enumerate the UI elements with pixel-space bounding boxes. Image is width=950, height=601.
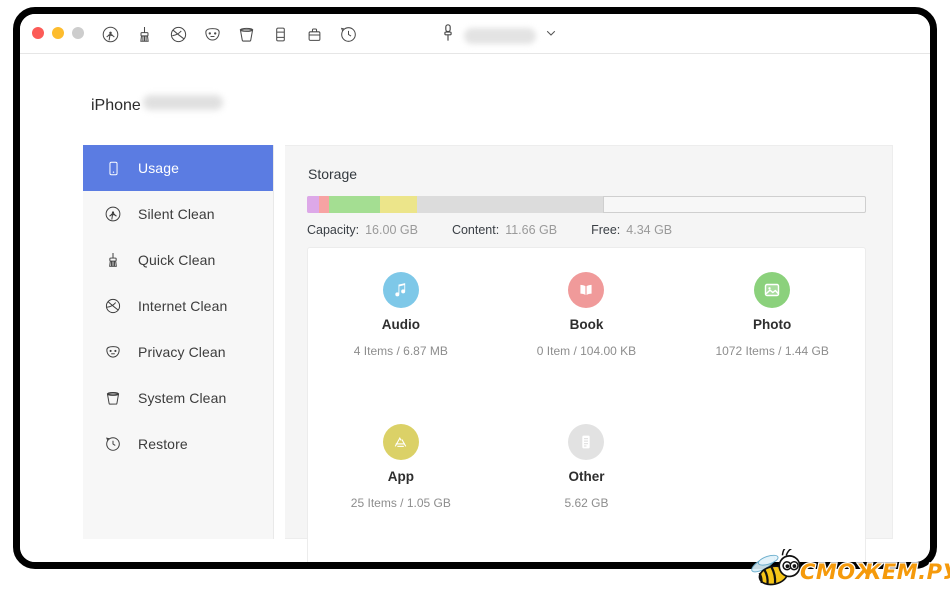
sidebar: Usage Silent Clean Quick Clean Internet … — [83, 145, 274, 539]
category-audio[interactable]: Audio 4 Items / 6.87 MB — [308, 262, 494, 414]
storage-segment-book — [319, 196, 330, 213]
toolbar — [98, 22, 360, 46]
open-book-icon — [568, 272, 605, 308]
quick-clean-icon[interactable] — [132, 22, 156, 46]
legend-key: Free: — [591, 223, 621, 237]
legend-key: Capacity: — [307, 223, 360, 237]
category-photo[interactable]: Photo 1072 Items / 1.44 GB — [679, 262, 865, 414]
privacy-clean-icon[interactable] — [200, 22, 224, 46]
storage-usage-bar — [307, 196, 866, 213]
close-button[interactable] — [32, 27, 44, 39]
phone-icon[interactable] — [268, 22, 292, 46]
silent-clean-icon[interactable] — [98, 22, 122, 46]
sidebar-item-label: Quick Clean — [138, 252, 216, 268]
app-store-icon — [382, 424, 419, 460]
lightning-connector-icon — [440, 23, 456, 48]
bucket-icon — [103, 388, 123, 408]
app-body: iPhone Usage Silent Clean Quick Clean In… — [20, 54, 930, 562]
picture-icon — [754, 272, 791, 308]
storage-segment-other — [416, 196, 603, 213]
screenshot-root: iPhone Usage Silent Clean Quick Clean In… — [0, 0, 950, 601]
sidebar-item-system-clean[interactable]: System Clean — [83, 375, 273, 421]
window-titlebar — [20, 14, 930, 54]
sidebar-item-silent-clean[interactable]: Silent Clean — [83, 191, 273, 237]
phone-outline-icon — [103, 158, 123, 178]
broadcast-icon — [103, 204, 123, 224]
minimize-button[interactable] — [52, 27, 64, 39]
main-panel: Storage Capacity: 16.00 GB Content: 11.6… — [285, 145, 893, 562]
category-name: Audio — [381, 317, 420, 332]
category-name: Book — [569, 317, 604, 332]
device-title-label: iPhone — [91, 97, 141, 114]
sidebar-item-label: Silent Clean — [138, 206, 215, 222]
briefcase-icon[interactable] — [302, 22, 326, 46]
sidebar-item-label: Restore — [138, 436, 188, 452]
legend-capacity: Capacity: 16.00 GB — [307, 223, 418, 237]
brush-icon — [103, 250, 123, 270]
window-controls — [32, 27, 84, 39]
category-name: App — [387, 469, 414, 484]
device-name-redacted — [464, 27, 536, 44]
sidebar-item-privacy-clean[interactable]: Privacy Clean — [83, 329, 273, 375]
sidebar-item-internet-clean[interactable]: Internet Clean — [83, 283, 273, 329]
sidebar-item-label: Usage — [138, 160, 179, 176]
watermark: СМОЖЕМ.РУ — [748, 546, 950, 596]
chevron-down-icon[interactable] — [544, 26, 558, 45]
legend-value: 16.00 GB — [365, 223, 418, 237]
bee-icon — [748, 546, 804, 596]
category-name: Other — [568, 469, 605, 484]
storage-segment-photo — [329, 196, 380, 213]
globe-slash-icon — [103, 296, 123, 316]
clock-rewind-icon — [103, 434, 123, 454]
legend-free: Free: 4.34 GB — [591, 223, 672, 237]
legend-key: Content: — [451, 223, 500, 237]
category-meta: 0 Item / 104.00 KB — [536, 344, 637, 358]
category-meta: 5.62 GB — [564, 496, 609, 510]
category-meta: 1072 Items / 1.44 GB — [715, 344, 829, 358]
sidebar-item-usage[interactable]: Usage — [83, 145, 273, 191]
system-clean-icon[interactable] — [234, 22, 258, 46]
sidebar-item-quick-clean[interactable]: Quick Clean — [83, 237, 273, 283]
storage-section-title: Storage — [308, 166, 358, 182]
restore-clock-icon[interactable] — [336, 22, 360, 46]
legend-content: Content: 11.66 GB — [452, 223, 557, 237]
watermark-text: СМОЖЕМ.РУ — [799, 559, 950, 586]
category-meta: 25 Items / 1.05 GB — [350, 496, 451, 510]
device-selector[interactable] — [440, 23, 558, 48]
sidebar-item-restore[interactable]: Restore — [83, 421, 273, 467]
sidebar-item-label: Privacy Clean — [138, 344, 226, 360]
device-title: iPhone — [91, 95, 223, 115]
storage-categories-card: Audio 4 Items / 6.87 MB Book 0 Item / 10… — [307, 247, 866, 562]
legend-value: 4.34 GB — [626, 223, 673, 237]
storage-legend: Capacity: 16.00 GB Content: 11.66 GB Fre… — [307, 223, 672, 237]
sidebar-item-label: System Clean — [138, 390, 227, 406]
category-other[interactable]: Other 5.62 GB — [494, 414, 680, 562]
category-name: Photo — [753, 317, 792, 332]
category-app[interactable]: App 25 Items / 1.05 GB — [308, 414, 494, 562]
storage-segment-audio — [307, 196, 320, 213]
internet-clean-icon[interactable] — [166, 22, 190, 46]
maximize-button[interactable] — [72, 27, 84, 39]
category-grid: Audio 4 Items / 6.87 MB Book 0 Item / 10… — [308, 248, 865, 562]
storage-segment-free — [602, 196, 866, 213]
document-icon — [568, 424, 605, 460]
mask-icon — [103, 342, 123, 362]
music-note-icon — [382, 272, 419, 308]
device-title-redacted — [142, 95, 223, 110]
storage-segment-app — [379, 196, 417, 213]
category-book[interactable]: Book 0 Item / 104.00 KB — [494, 262, 680, 414]
app-window: iPhone Usage Silent Clean Quick Clean In… — [13, 7, 937, 569]
legend-value: 11.66 GB — [505, 223, 558, 237]
sidebar-item-label: Internet Clean — [138, 298, 228, 314]
category-meta: 4 Items / 6.87 MB — [353, 344, 448, 358]
